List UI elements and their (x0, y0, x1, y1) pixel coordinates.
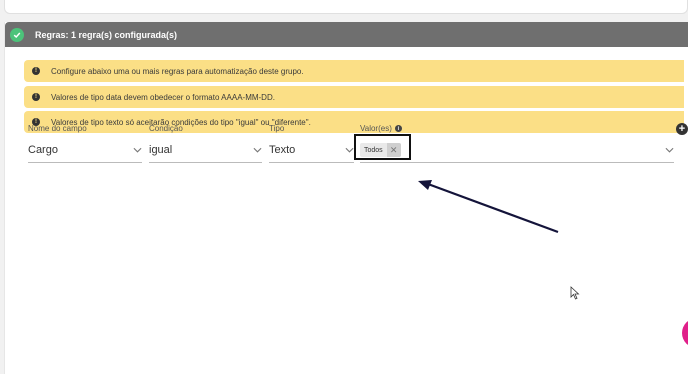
add-rule-icon[interactable]: + (676, 123, 688, 135)
annotation-arrow (418, 180, 559, 234)
mouse-cursor-icon (570, 286, 580, 300)
